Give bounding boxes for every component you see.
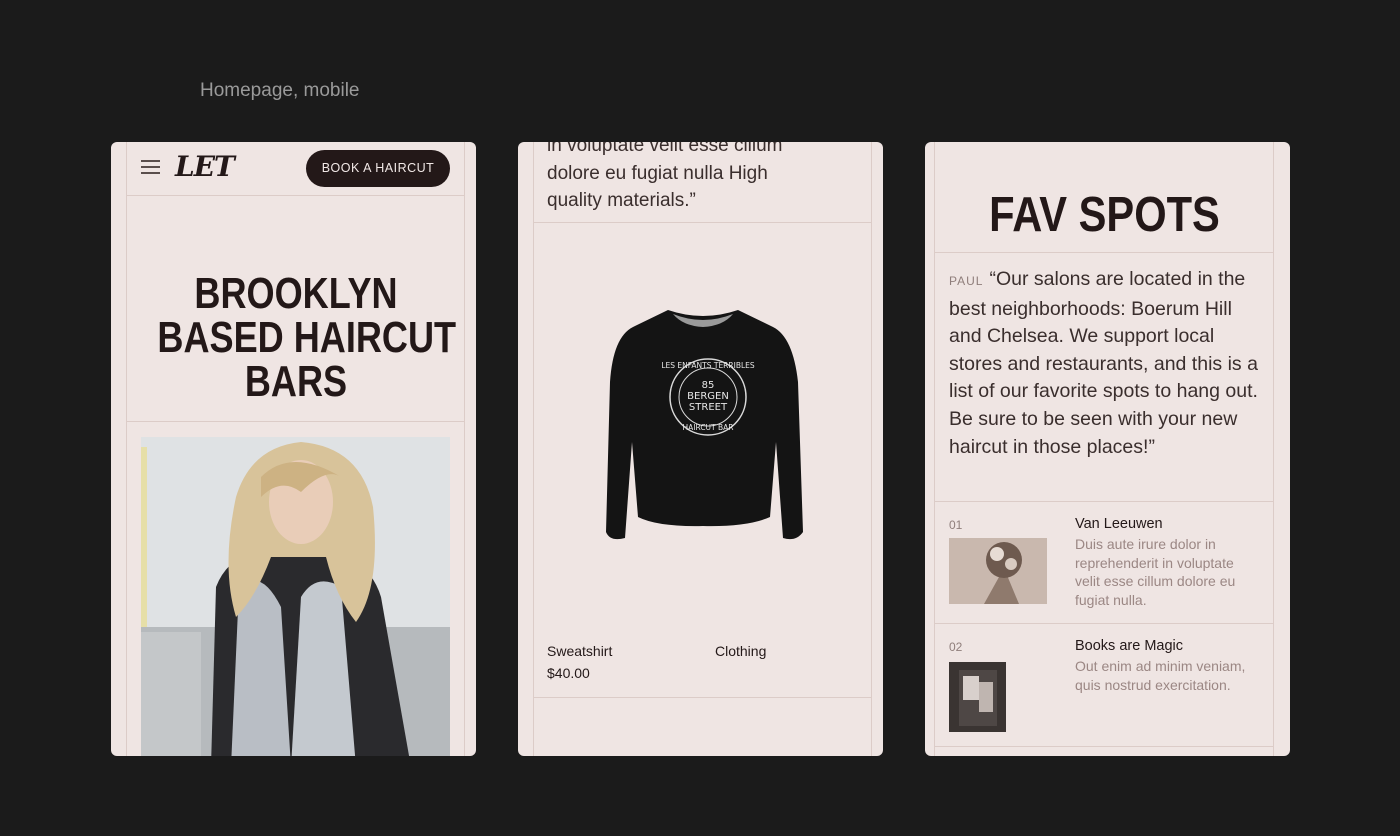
quote-author: PAUL (949, 274, 984, 288)
quote-line: dolore eu fugiat nulla High (547, 162, 768, 184)
spot-thumbnail[interactable] (949, 662, 1006, 732)
hero-headline-line: BROOKLYN (194, 269, 398, 318)
spot-description: Out enim ad minim veniam, quis nostrud e… (1075, 658, 1246, 693)
divider (126, 195, 465, 196)
print-line: STREET (689, 402, 728, 413)
divider (934, 746, 1274, 747)
book-haircut-button[interactable]: BOOK A HAIRCUT (306, 150, 450, 187)
product-name[interactable]: Sweatshirt (547, 643, 612, 659)
hero-photo (141, 437, 450, 756)
sweatshirt-image[interactable]: LES ENFANTS TERRIBLES 85 BERGEN STREET H… (598, 302, 808, 552)
divider (533, 697, 872, 698)
spot-number: 01 (949, 518, 963, 532)
print-line: 85 (702, 380, 715, 391)
quote-line: in voluptate velit esse cillum (547, 142, 783, 156)
quote-line: quality materials.” (547, 190, 696, 211)
quote-text: “Our salons are located in the best neig… (949, 268, 1258, 458)
divider (934, 623, 1274, 624)
hero-headline-line: BASED HAIRCUT (157, 313, 457, 362)
spot-thumbnail[interactable] (949, 538, 1047, 604)
quote-fragment: in voluptate velit esse cillum dolore eu… (547, 142, 847, 215)
divider (126, 421, 465, 422)
grid-line-left (126, 142, 127, 756)
print-line: LES ENFANTS TERRIBLES (661, 361, 755, 370)
grid-line-left (934, 142, 935, 756)
spot-description: Duis aute irure dolor in reprehenderit i… (1075, 536, 1236, 608)
grid-line-right (1273, 142, 1274, 756)
mobile-screen-home: LET BOOK A HAIRCUT BROOKLYN BASED HAIRCU… (111, 142, 476, 756)
grid-line-left (533, 142, 534, 756)
section-title: FAV SPOTS (989, 188, 1220, 242)
quote-block: PAUL “Our salons are located in the best … (949, 266, 1259, 461)
mobile-screen-product: in voluptate velit esse cillum dolore eu… (518, 142, 883, 756)
grid-line-right (871, 142, 872, 756)
product-price: $40.00 (547, 665, 590, 681)
print-line: BERGEN (687, 391, 729, 402)
divider (934, 501, 1274, 502)
divider (533, 222, 872, 223)
mobile-screen-fav-spots: FAV SPOTS PAUL “Our salons are located in… (925, 142, 1290, 756)
product-category[interactable]: Clothing (715, 643, 766, 659)
hero-headline: BROOKLYN BASED HAIRCUT BARS (157, 269, 457, 406)
print-line: HAIRCUT BAR (683, 423, 734, 432)
menu-icon[interactable] (141, 160, 160, 174)
hero-headline-line: BARS (244, 357, 348, 406)
grid-line-right (464, 142, 465, 756)
spot-name[interactable]: Van Leeuwen (1075, 516, 1163, 532)
divider (934, 252, 1274, 253)
spot-name[interactable]: Books are Magic (1075, 638, 1183, 654)
page-caption: Homepage, mobile (200, 80, 360, 101)
brand-logo[interactable]: LET (175, 150, 235, 183)
spot-number: 02 (949, 640, 963, 654)
